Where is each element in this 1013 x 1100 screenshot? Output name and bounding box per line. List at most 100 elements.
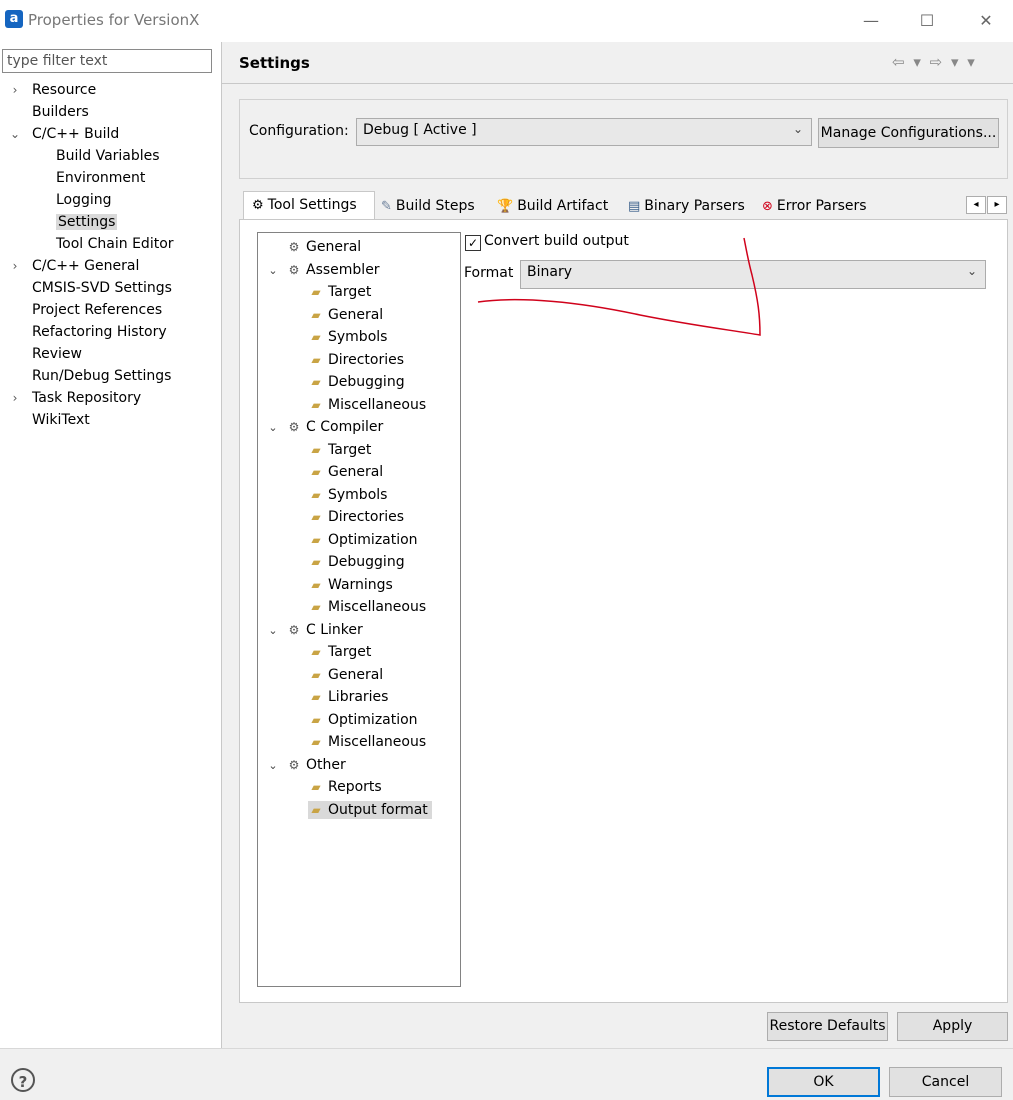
option-category-icon: ▰ [311,330,321,344]
tab-tool-settings[interactable]: ⚙ Tool Settings [243,191,375,220]
option-category-icon: ▰ [311,510,321,524]
tree-item-label: Run/Debug Settings [32,368,172,384]
tree-item[interactable]: Logging [8,189,218,211]
tree-item[interactable]: › Resource [8,79,218,101]
option-category-icon: ▰ [311,667,321,682]
chevron-down-icon[interactable]: ⌄ [8,123,22,145]
apply-button[interactable]: Apply [897,1012,1008,1041]
chevron-down-icon[interactable]: ⌄ [266,755,280,778]
tree-item-label: Logging [56,192,112,208]
footer-divider [0,1048,1013,1049]
tool-tree-item[interactable]: ▰ Optimization [266,529,456,552]
tree-item[interactable]: Tool Chain Editor [8,233,218,255]
navigation-arrows[interactable]: ⇦ ▾ ⇨ ▾ ▾ [892,53,977,71]
tool-tree-item[interactable]: ▰ Symbols [266,326,456,349]
chevron-right-icon[interactable]: › [8,79,22,101]
tool-icon: ⚙ [288,240,300,254]
tool-settings-icon: ⚙ [252,198,264,213]
tree-item[interactable]: Project References [8,299,218,321]
tab-build-artifact[interactable]: 🏆 Build Artifact [489,193,619,219]
tool-tree-item[interactable]: ⌄ ⚙ Other [266,754,456,777]
page-title: Settings [239,54,310,72]
tool-tree-item[interactable]: ▰ Optimization [266,709,456,732]
minimize-button[interactable]: — [856,8,886,34]
tool-tree-label: Target [328,441,372,458]
tool-tree-item[interactable]: ⌄ ⚙ C Compiler [266,416,456,439]
tool-tree-item[interactable]: ▰ Warnings [266,574,456,597]
tool-tree-item[interactable]: ▰ Miscellaneous [266,596,456,619]
configuration-select[interactable]: Debug [ Active ] ⌄ [356,118,812,146]
tool-tree-item[interactable]: ▰ Target [266,281,456,304]
tree-item[interactable]: CMSIS-SVD Settings [8,277,218,299]
tab-scroll-left-button[interactable]: ◂ [966,196,986,214]
option-category-icon: ▰ [311,532,321,547]
tree-item[interactable]: Refactoring History [8,321,218,343]
option-category-icon: ▰ [311,802,321,817]
tool-tree-item[interactable]: ▰ Output format [266,799,456,822]
chevron-down-icon[interactable]: ⌄ [266,260,280,283]
tree-item[interactable]: Run/Debug Settings [8,365,218,387]
tool-tree-item[interactable]: ▰ Reports [266,776,456,799]
window-title: Properties for VersionX [28,11,200,29]
chevron-right-icon[interactable]: › [8,255,22,277]
tab-label: Build Artifact [517,198,609,214]
tool-tree-item[interactable]: ⌄ ⚙ Assembler [266,259,456,282]
close-button[interactable]: ✕ [971,8,1001,34]
tool-tree-label: Target [328,284,372,300]
restore-defaults-button[interactable]: Restore Defaults [767,1012,888,1041]
tool-tree-item[interactable]: ▰ Target [266,641,456,664]
tree-item[interactable]: Build Variables [8,145,218,167]
tool-tree-label: Target [328,644,372,660]
tool-tree-item[interactable]: ▰ Debugging [266,551,456,574]
cancel-button[interactable]: Cancel [889,1067,1002,1097]
tool-tree-label: C Linker [306,621,363,638]
manage-configurations-button[interactable]: Manage Configurations... [818,118,999,148]
chevron-down-icon[interactable]: ⌄ [266,417,280,440]
option-category-icon: ▰ [311,600,321,614]
tab-label: Tool Settings [267,197,357,213]
tool-tree-item[interactable]: ▰ Directories [266,349,456,372]
tool-tree-item[interactable]: ▰ Miscellaneous [266,394,456,417]
tool-tree-item[interactable]: ▰ Libraries [266,686,456,709]
tree-item[interactable]: ⌄ C/C++ Build [8,123,218,145]
option-category-icon: ▰ [311,645,321,659]
tree-item[interactable]: WikiText [8,409,218,431]
tool-tree-label: Reports [328,779,382,795]
tool-tree-item[interactable]: ⌄ ⚙ C Linker [266,619,456,642]
filter-input[interactable] [2,49,212,73]
tool-tree-item[interactable]: ▰ General [266,664,456,687]
tool-tree-item[interactable]: ▰ Directories [266,506,456,529]
chevron-down-icon[interactable]: ⌄ [266,620,280,643]
maximize-button[interactable]: ☐ [912,8,942,34]
tool-tree-item[interactable]: ▰ Symbols [266,484,456,507]
tree-item[interactable]: Environment [8,167,218,189]
tool-tree-item[interactable]: ▰ General [266,461,456,484]
tool-tree-item[interactable]: ▰ Debugging [266,371,456,394]
tree-item-label: Tool Chain Editor [56,236,174,252]
tree-item-label: Resource [32,82,97,98]
help-icon[interactable]: ? [11,1068,35,1092]
tree-item[interactable]: Builders [8,101,218,123]
tool-tree-item[interactable]: ▰ Miscellaneous [266,731,456,754]
option-category-icon: ▰ [311,442,321,457]
tab-build-steps[interactable]: ✎ Build Steps [373,193,488,219]
tool-tree-item[interactable]: ▰ General [266,304,456,327]
tab-scroll-right-button[interactable]: ▸ [987,196,1007,214]
tool-tree-label: Directories [328,509,405,525]
tool-tree-item[interactable]: ⚙ General [266,236,456,259]
tool-tree-item[interactable]: ▰ Target [266,439,456,462]
error-icon: ⊗ [762,199,773,214]
tab-label: Binary Parsers [644,198,745,214]
tab-error-parsers[interactable]: ⊗ Error Parsers [754,193,876,219]
tool-tree-label: Other [306,756,346,773]
chevron-right-icon[interactable]: › [8,387,22,409]
tool-tree-label: Symbols [328,486,388,503]
tree-item[interactable]: Settings [8,211,218,233]
tree-item[interactable]: Review [8,343,218,365]
tree-item[interactable]: › Task Repository [8,387,218,409]
ok-button[interactable]: OK [767,1067,880,1097]
tree-item[interactable]: › C/C++ General [8,255,218,277]
tool-tree-label: Assembler [306,261,380,278]
annotation-stroke [477,237,761,336]
tab-binary-parsers[interactable]: ▤ Binary Parsers [620,193,754,219]
